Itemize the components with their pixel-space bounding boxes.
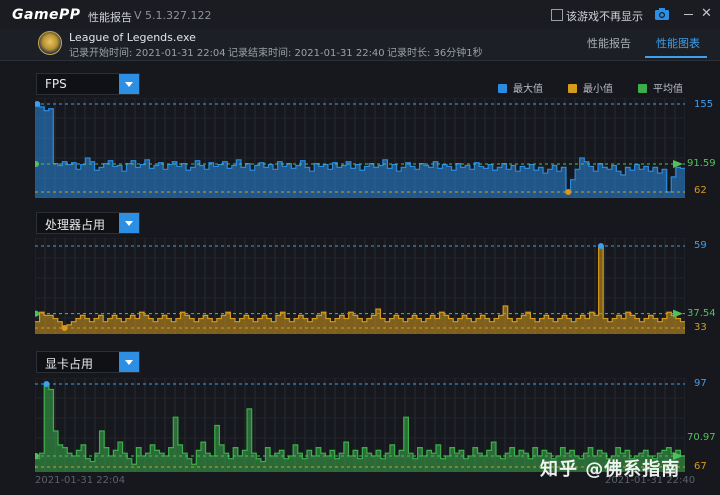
cpu-min-label: 33: [694, 322, 707, 333]
time-axis-start: 2021-01-31 22:04: [35, 475, 126, 486]
gpu-max-label: 97: [694, 378, 707, 389]
metric-selector-cpu[interactable]: 处理器占用: [36, 212, 140, 234]
app-version: V 5.1.327.122: [134, 9, 212, 22]
metric-selector-fps[interactable]: FPS: [36, 73, 140, 95]
legend-min-swatch: [568, 84, 577, 93]
fps-min-label: 62: [694, 185, 707, 196]
legend-max-label: 最大值: [513, 84, 543, 95]
chevron-down-icon[interactable]: [119, 213, 139, 233]
legend-max-swatch: [498, 84, 507, 93]
record-start-time: 记录开始时间: 2021-01-31 22:04: [69, 48, 226, 59]
watermark: 知乎 @佛系指南: [540, 459, 681, 480]
legend-min-label: 最小值: [583, 84, 613, 95]
game-logo-icon: [38, 31, 62, 55]
close-icon[interactable]: ✕: [701, 6, 712, 21]
legend-avg-label: 平均值: [653, 84, 683, 95]
legend-avg: 平均值: [638, 80, 683, 95]
tab-performance-report[interactable]: 性能报告: [587, 35, 631, 51]
metric-selector-label: 处理器占用: [45, 218, 106, 232]
chevron-down-icon[interactable]: [119, 352, 139, 372]
minimize-icon[interactable]: [684, 14, 693, 15]
max-point: [43, 381, 50, 387]
min-point: [565, 189, 572, 195]
fps-max-label: 155: [694, 99, 714, 110]
camera-icon[interactable]: [655, 8, 669, 20]
cpu-avg-label: 37.54: [687, 308, 716, 319]
tab-performance-chart[interactable]: 性能图表: [656, 35, 700, 51]
fps-avg-label: 91.59: [687, 158, 716, 169]
legend-avg-swatch: [638, 84, 647, 93]
record-duration: 记录时长: 36分钟1秒: [387, 48, 483, 59]
fps-chart: [35, 98, 685, 198]
hide-game-checkbox[interactable]: [551, 9, 563, 21]
hide-game-checkbox-label[interactable]: 该游戏不再显示: [566, 8, 643, 24]
title-bar: GamePP 性能报告 V 5.1.327.122 该游戏不再显示 ✕: [0, 0, 720, 30]
window-title: 性能报告: [88, 11, 132, 24]
record-end-time: 记录结束时间: 2021-01-31 22:40: [228, 48, 385, 59]
metric-selector-gpu[interactable]: 显卡占用: [36, 351, 140, 373]
min-point: [61, 325, 68, 331]
gpu-min-label: 67: [694, 461, 707, 472]
metric-selector-label: 显卡占用: [45, 357, 94, 371]
legend-min: 最小值: [568, 80, 613, 95]
app-logo: GamePP: [12, 7, 81, 23]
cpu-chart: [35, 238, 685, 334]
metric-selector-label: FPS: [45, 77, 67, 91]
max-point: [597, 243, 604, 249]
cpu-max-label: 59: [694, 240, 707, 251]
game-exe-name: League of Legends.exe: [69, 31, 196, 44]
active-tab-indicator: [645, 56, 707, 58]
gpu-avg-label: 70.97: [687, 432, 716, 443]
chevron-down-icon[interactable]: [119, 74, 139, 94]
legend-max: 最大值: [498, 80, 543, 95]
